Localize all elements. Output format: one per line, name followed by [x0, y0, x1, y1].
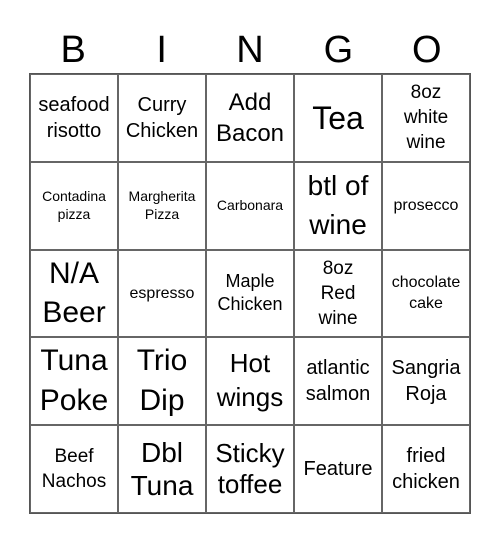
cell-label: btl of wine	[307, 170, 369, 240]
header-letter-o: O	[412, 29, 442, 71]
cell-label: Feature	[303, 458, 373, 481]
header-letter-g: G	[323, 29, 354, 71]
bingo-cell[interactable]: fried chicken	[382, 425, 470, 513]
cell-label: Sticky toffee	[215, 437, 285, 500]
cell-label: Hot wings	[216, 348, 284, 413]
bingo-cell[interactable]: Curry Chicken	[118, 74, 206, 162]
bingo-cell[interactable]: prosecco	[382, 161, 470, 250]
bingo-cell[interactable]: Add Bacon	[206, 74, 294, 162]
cell-label: 8oz Red wine	[318, 257, 358, 330]
cell-label: N/A Beer	[42, 256, 106, 330]
cell-label: fried chicken	[392, 445, 460, 494]
cell-label: Contadina pizza	[42, 188, 106, 222]
cell-label: espresso	[129, 284, 195, 302]
bingo-cell[interactable]: Feature	[294, 425, 382, 513]
bingo-cell[interactable]: Contadina pizza	[30, 161, 118, 250]
cell-label: Dbl Tuna	[130, 436, 194, 502]
cell-label: 8oz white wine	[403, 82, 449, 154]
cell-label: Tea	[312, 99, 364, 136]
bingo-cell[interactable]: seafood risotto	[30, 74, 118, 162]
cell-label: Maple Chicken	[217, 271, 283, 315]
cell-label: Beef Nachos	[41, 446, 107, 493]
bingo-cell[interactable]: espresso	[118, 249, 206, 338]
bingo-cell[interactable]: 8oz white wine	[382, 74, 470, 162]
bingo-cell[interactable]: N/A Beer	[30, 249, 118, 338]
cell-label: Margherita Pizza	[128, 188, 196, 222]
cell-label: Add Bacon	[215, 88, 285, 147]
cell-label: Tuna Poke	[39, 344, 109, 418]
cell-label: Sangria Roja	[391, 357, 461, 406]
bingo-cell[interactable]: Trio Dip	[118, 337, 206, 426]
bingo-cell[interactable]: 8oz Red wine	[294, 249, 382, 338]
bingo-cell[interactable]: Tuna Poke	[30, 337, 118, 426]
header-letter-i: I	[156, 29, 167, 71]
bingo-cell[interactable]: btl of wine	[294, 161, 382, 250]
header-letter-n: N	[236, 29, 264, 71]
bingo-cell[interactable]: Margherita Pizza	[118, 161, 206, 250]
bingo-cell[interactable]: Carbonara	[206, 161, 294, 250]
bingo-cell[interactable]: Sticky toffee	[206, 425, 294, 513]
cell-label: chocolate cake	[391, 273, 461, 313]
bingo-cell[interactable]: Sangria Roja	[382, 337, 470, 426]
bingo-cell[interactable]: Tea	[294, 74, 382, 162]
cell-label: seafood risotto	[38, 93, 110, 142]
bingo-cell[interactable]: chocolate cake	[382, 249, 470, 338]
cell-label: Trio Dip	[136, 344, 188, 418]
cell-label: atlantic salmon	[305, 357, 371, 406]
header-letter-b: B	[60, 29, 86, 71]
bingo-cell[interactable]: atlantic salmon	[294, 337, 382, 426]
bingo-card-grid: seafood risotto Curry Chicken Add Bacon …	[29, 73, 471, 514]
bingo-cell[interactable]: Beef Nachos	[30, 425, 118, 513]
cell-label: prosecco	[393, 196, 459, 214]
bingo-cell[interactable]: Hot wings	[206, 337, 294, 426]
bingo-header: B I N G O	[29, 26, 471, 74]
cell-label: Carbonara	[216, 196, 284, 213]
bingo-cell[interactable]: Maple Chicken	[206, 249, 294, 338]
cell-label: Curry Chicken	[125, 93, 199, 142]
bingo-cell[interactable]: Dbl Tuna	[118, 425, 206, 513]
